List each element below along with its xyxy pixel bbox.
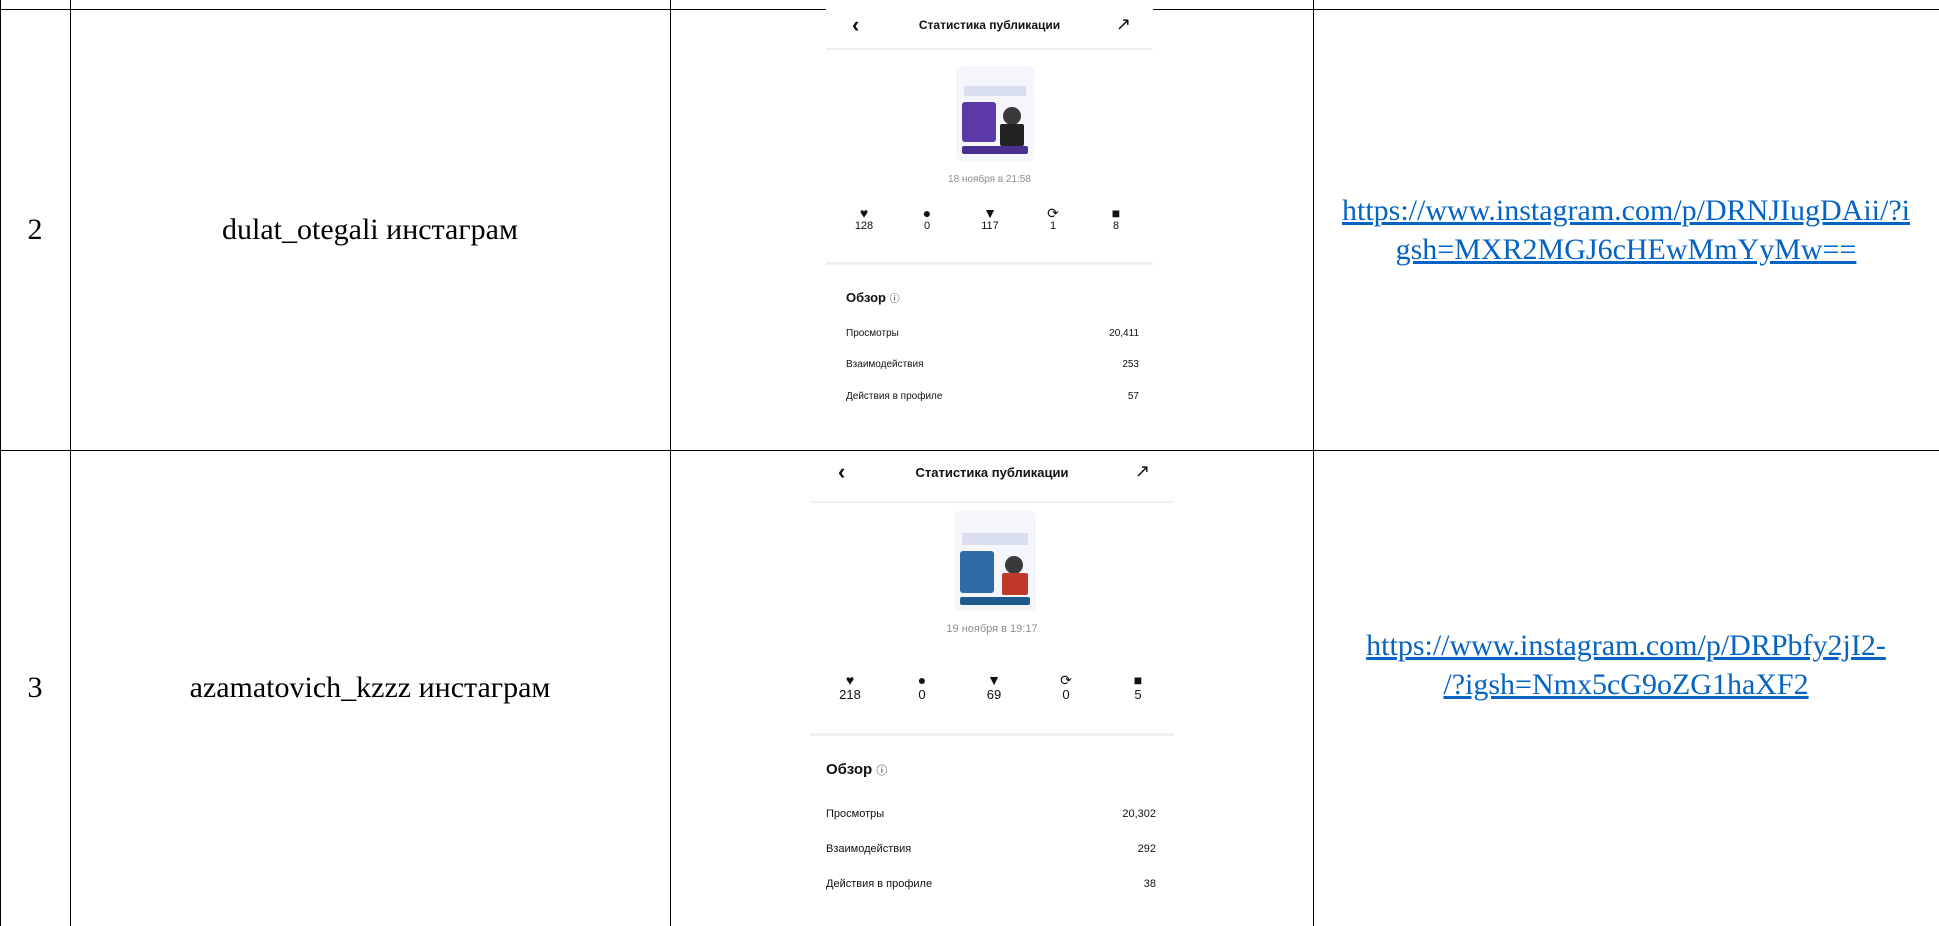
- row-number: 2: [27, 212, 43, 246]
- bookmark-icon: ■: [1111, 205, 1121, 221]
- post-thumbnail: [956, 66, 1034, 161]
- stat-saves: ■ 8: [1096, 206, 1136, 232]
- header-divider: [810, 501, 1174, 503]
- post-date: 18 ноября в 21:58: [948, 174, 1031, 185]
- trend-up-icon: ↗: [1115, 14, 1131, 34]
- post-link-continued[interactable]: gsh=MXR2MGJ6cHEwMmYyMw==: [1396, 230, 1857, 269]
- overview-row: Действия в профиле 57: [846, 391, 1139, 402]
- post-link[interactable]: https://www.instagram.com/p/DRNJIugDAii/…: [1342, 191, 1910, 230]
- link-cell: https://www.instagram.com/p/DRPbfy2jI2- …: [1313, 450, 1939, 926]
- post-image: [954, 511, 1036, 611]
- repost-icon: ⟳: [1047, 205, 1059, 221]
- account-name: dulat_otegali инстаграм: [222, 212, 518, 246]
- post-image: [956, 66, 1034, 161]
- stats-divider: [810, 733, 1174, 736]
- post-thumbnail: [954, 511, 1036, 611]
- stats-divider: [826, 262, 1153, 265]
- post-stats-screenshot: ‹ Статистика публикации ↗ 19 ноября в 19…: [810, 451, 1174, 921]
- overview-row: Взаимодействия 292: [826, 843, 1156, 855]
- overview-heading: Обзор ⓘ: [826, 761, 888, 778]
- post-link[interactable]: https://www.instagram.com/p/DRPbfy2jI2-: [1366, 626, 1886, 665]
- post-link-continued[interactable]: /?igsh=Nmx5cG9oZG1haXF2: [1443, 665, 1808, 704]
- info-icon: ⓘ: [889, 294, 900, 305]
- document-table: 2 dulat_otegali инстаграм ‹ Статистика п…: [0, 0, 1939, 926]
- stat-saves: ■ 5: [1116, 673, 1160, 702]
- stat-reposts: ⟳ 1: [1033, 206, 1073, 232]
- header-divider: [826, 48, 1153, 50]
- table-column-divider: [670, 0, 671, 926]
- post-stats-screenshot: ‹ Статистика публикации ↗ 18 ноября в 21…: [826, 0, 1153, 420]
- stat-likes: ♥ 128: [844, 206, 884, 232]
- stat-comments: ● 0: [900, 673, 944, 702]
- trend-up-icon: ↗: [1134, 461, 1150, 481]
- share-icon: ▼: [983, 205, 997, 221]
- screen-title: Статистика публикации: [918, 18, 1061, 32]
- post-date: 19 ноября в 19:17: [946, 623, 1038, 635]
- overview-row: Взаимодействия 253: [846, 359, 1139, 370]
- heart-icon: ♥: [845, 672, 855, 688]
- link-cell: https://www.instagram.com/p/DRNJIugDAii/…: [1313, 9, 1939, 450]
- overview-row: Действия в профиле 38: [826, 878, 1156, 890]
- stat-reposts: ⟳ 0: [1044, 673, 1088, 702]
- info-icon: ⓘ: [876, 765, 888, 777]
- stat-shares: ▼ 69: [972, 673, 1016, 702]
- comment-icon: ●: [922, 205, 932, 221]
- stat-likes: ♥ 218: [828, 673, 872, 702]
- stat-shares: ▼ 117: [970, 206, 1010, 232]
- screen-title: Статистика публикации: [915, 465, 1069, 480]
- overview-heading: Обзор ⓘ: [846, 290, 900, 305]
- bookmark-icon: ■: [1133, 672, 1143, 688]
- row-number: 3: [27, 671, 43, 704]
- comment-icon: ●: [917, 672, 927, 688]
- stat-comments: ● 0: [907, 206, 947, 232]
- heart-icon: ♥: [859, 205, 869, 221]
- repost-icon: ⟳: [1060, 672, 1072, 688]
- share-icon: ▼: [987, 672, 1001, 688]
- account-name: azamatovich_kzzz инстаграм: [189, 671, 551, 704]
- overview-row: Просмотры 20,411: [846, 328, 1139, 339]
- overview-row: Просмотры 20,302: [826, 808, 1156, 820]
